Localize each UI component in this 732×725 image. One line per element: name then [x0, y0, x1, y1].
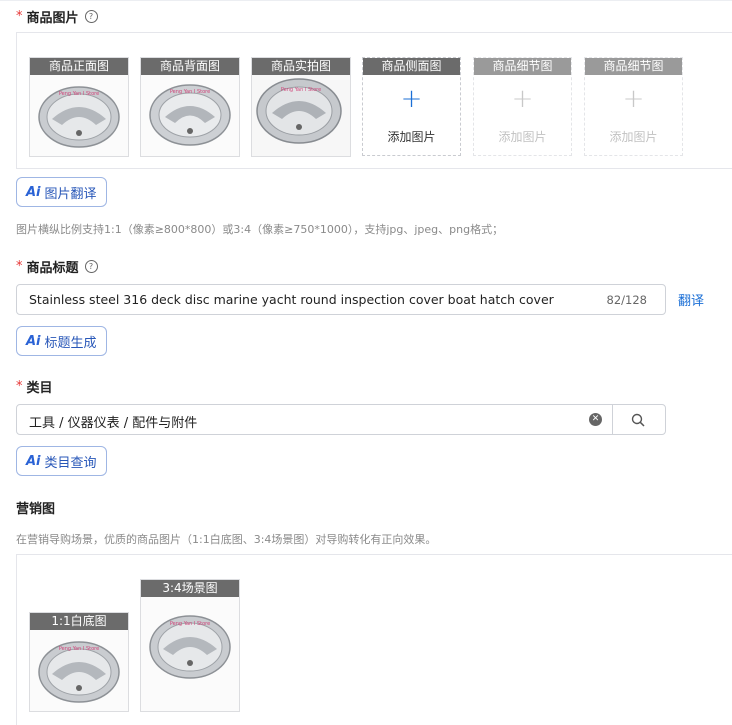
help-icon[interactable]: ?	[84, 260, 98, 273]
image-slot-detail-1[interactable]: 商品细节图 + 添加图片	[473, 57, 572, 156]
product-images-label: * 商品图片 ?	[16, 7, 98, 26]
search-icon	[631, 413, 645, 427]
marketing-images-panel: 1:1白底图 Peng Yan I Store 3:4场景图 Peng Yan …	[16, 554, 732, 725]
hatch-cover-photo: Peng Yan I Store	[30, 75, 128, 156]
required-mark: *	[16, 9, 23, 24]
add-image-label: 添加图片	[609, 130, 658, 144]
hatch-cover-photo: Peng Yan I Store	[252, 75, 350, 156]
image-caption: 商品侧面图	[363, 58, 460, 75]
image-caption: 商品实拍图	[252, 58, 350, 75]
image-translate-button[interactable]: Ai 图片翻译	[16, 177, 107, 207]
image-caption: 商品细节图	[474, 58, 571, 75]
title-generate-button[interactable]: Ai 标题生成	[16, 326, 107, 356]
category-value: 工具 / 仪器仪表 / 配件与附件	[29, 416, 198, 431]
ai-icon: Ai	[26, 453, 41, 469]
image-caption: 3:4场景图	[141, 580, 239, 597]
product-images-panel: 商品正面图 Peng Yan I Store 商品背面图 Peng Yan I …	[16, 32, 732, 169]
clear-icon[interactable]: ✕	[589, 413, 602, 426]
marketing-hint: 在营销导购场景，优质的商品图片（1:1白底图、3:4场景图）对导购转化有正向效果…	[16, 533, 437, 546]
plus-icon: +	[622, 84, 645, 114]
image-translate-label: 图片翻译	[44, 186, 97, 202]
category-search-button[interactable]	[612, 405, 666, 434]
title-translate-link[interactable]: 翻译	[678, 290, 704, 309]
marketing-label: 营销图	[16, 502, 56, 517]
category-input[interactable]: 工具 / 仪器仪表 / 配件与附件 ✕	[16, 404, 666, 435]
top-divider	[0, 0, 732, 1]
hatch-cover-photo: Peng Yan I Store	[141, 75, 239, 156]
marketing-image-square[interactable]: 1:1白底图 Peng Yan I Store	[29, 612, 129, 712]
ai-icon: Ai	[26, 184, 41, 200]
category-label: * 类目	[16, 377, 53, 396]
required-mark: *	[16, 379, 23, 394]
hatch-cover-photo: Peng Yan I Store	[141, 597, 239, 711]
category-heading: 类目	[26, 381, 53, 396]
image-slot-front[interactable]: 商品正面图 Peng Yan I Store	[29, 57, 129, 157]
image-caption: 商品背面图	[141, 58, 239, 75]
plus-icon: +	[400, 84, 423, 114]
product-title-input[interactable]: Stainless steel 316 deck disc marine yac…	[16, 284, 666, 315]
svg-text:Peng Yan I Store: Peng Yan I Store	[59, 91, 99, 97]
image-caption: 商品细节图	[585, 58, 682, 75]
image-slot-back[interactable]: 商品背面图 Peng Yan I Store	[140, 57, 240, 157]
marketing-image-portrait[interactable]: 3:4场景图 Peng Yan I Store	[140, 579, 240, 712]
help-icon[interactable]: ?	[84, 10, 98, 23]
add-image-label: 添加图片	[387, 130, 436, 144]
image-caption: 1:1白底图	[30, 613, 128, 630]
hatch-cover-photo: Peng Yan I Store	[30, 630, 128, 711]
product-title-value: Stainless steel 316 deck disc marine yac…	[29, 292, 554, 307]
image-format-hint: 图片横纵比例支持1:1（像素≥800*800）或3:4（像素≥750*1000）…	[16, 223, 504, 236]
required-mark: *	[16, 259, 23, 274]
svg-text:Peng Yan I Store: Peng Yan I Store	[59, 646, 99, 652]
plus-icon: +	[511, 84, 534, 114]
product-title-heading: 商品标题	[26, 261, 79, 276]
char-counter: 82/128	[606, 293, 647, 307]
ai-icon: Ai	[26, 333, 41, 349]
image-slot-side[interactable]: 商品侧面图 + 添加图片	[362, 57, 461, 156]
svg-text:Peng Yan I Store: Peng Yan I Store	[170, 89, 210, 95]
image-slot-real[interactable]: 商品实拍图 Peng Yan I Store	[251, 57, 351, 157]
image-slot-detail-2[interactable]: 商品细节图 + 添加图片	[584, 57, 683, 156]
category-query-button[interactable]: Ai 类目查询	[16, 446, 107, 476]
product-images-title: 商品图片	[26, 11, 79, 26]
title-generate-label: 标题生成	[44, 335, 97, 351]
add-image-label: 添加图片	[498, 130, 547, 144]
category-query-label: 类目查询	[44, 455, 97, 471]
svg-text:Peng Yan I Store: Peng Yan I Store	[170, 621, 210, 627]
svg-text:Peng Yan I Store: Peng Yan I Store	[281, 87, 321, 93]
product-title-label: * 商品标题 ?	[16, 257, 98, 276]
image-caption: 商品正面图	[30, 58, 128, 75]
